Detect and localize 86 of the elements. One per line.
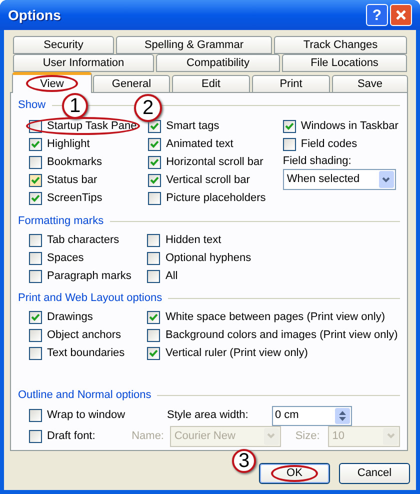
checkbox-label: Vertical scroll bar [166, 172, 250, 188]
tab[interactable]: Edit [172, 75, 250, 93]
section-heading: Print and Web Layout options [18, 290, 162, 306]
checkbox[interactable] [148, 120, 162, 132]
section-heading: Formatting marks [18, 214, 104, 229]
checkbox-label: Draft font: [47, 428, 96, 444]
dialog-button[interactable]: Cancel [339, 463, 410, 484]
checkbox-label: Field codes [300, 136, 358, 152]
checkbox-label: Bookmarks [47, 154, 102, 170]
checkbox-label: All [165, 268, 178, 284]
checkbox-label: Object anchors [47, 328, 121, 343]
checkbox[interactable] [29, 430, 42, 442]
dropdown-value: 10 [332, 428, 346, 444]
checkbox[interactable] [147, 252, 160, 264]
chevron-down-icon [383, 428, 398, 444]
checkbox[interactable] [29, 156, 42, 168]
checkbox[interactable] [29, 310, 42, 324]
checkbox-label: Optional hyphens [165, 250, 252, 266]
checkbox-label: Text boundaries [47, 346, 125, 361]
close-icon [395, 9, 407, 21]
checkbox-label: Startup Task Pane [47, 118, 137, 134]
checkbox-label: Tab characters [47, 232, 120, 248]
dialog-button[interactable]: OK [259, 463, 330, 484]
checkbox[interactable] [147, 270, 160, 282]
checkbox[interactable] [148, 156, 162, 168]
checkbox[interactable] [29, 174, 42, 186]
checkbox[interactable] [148, 174, 162, 186]
window-title: Options [8, 6, 62, 25]
field-label: Size: [295, 428, 321, 444]
checkbox[interactable] [29, 138, 42, 150]
checkbox[interactable] [29, 409, 42, 422]
tab[interactable]: Compatibility [156, 54, 280, 72]
checkbox-label: Highlight [47, 136, 90, 152]
checkbox[interactable] [147, 346, 160, 360]
dropdown[interactable]: When selected [282, 169, 396, 190]
tab[interactable]: General [93, 75, 170, 93]
checkbox-label: Wrap to window [47, 408, 126, 424]
checkbox-label: Horizontal scroll bar [166, 154, 264, 170]
checkbox[interactable] [147, 310, 160, 324]
tab[interactable]: Save [332, 75, 408, 93]
checkbox-label: Picture placeholders [166, 190, 266, 206]
checkbox-label: Vertical ruler (Print view only) [165, 346, 308, 361]
checkbox-label: Paragraph marks [47, 268, 132, 284]
checkbox-label: Status bar [47, 172, 98, 188]
tab[interactable]: File Locations [282, 54, 407, 72]
tab[interactable]: Security [13, 36, 114, 54]
field-label: Style area width: [167, 408, 250, 424]
checkbox-label: Windows in Taskbar [300, 118, 398, 134]
section-heading: Show [18, 98, 46, 113]
help-button[interactable]: ? [366, 4, 388, 26]
checkbox[interactable] [147, 328, 160, 342]
checkbox-label: Smart tags [166, 118, 220, 134]
checkbox-label: Hidden text [165, 232, 222, 248]
checkbox-label: Background colors and images (Print view only) [165, 328, 398, 343]
checkbox[interactable] [147, 234, 160, 246]
spin-value: 0 cm [275, 408, 300, 424]
spin-arrows-icon [335, 408, 350, 424]
tab[interactable]: View [12, 72, 92, 93]
checkbox[interactable] [148, 192, 162, 204]
tab[interactable]: Track Changes [274, 36, 407, 54]
checkbox[interactable] [29, 270, 42, 282]
tab[interactable]: Spelling & Grammar [116, 36, 272, 54]
dropdown-value: When selected [286, 172, 361, 188]
tab[interactable]: Print [252, 75, 330, 93]
section-heading: Outline and Normal options [18, 388, 152, 403]
checkbox-label: Drawings [47, 310, 93, 325]
checkbox[interactable] [29, 328, 42, 342]
checkbox[interactable] [29, 234, 42, 246]
checkbox[interactable] [29, 252, 42, 264]
checkbox-label: ScreenTips [47, 190, 102, 206]
checkbox-label: White space between pages (Print view only) [165, 310, 385, 325]
checkbox-label: Spaces [47, 250, 84, 266]
field-label: Name: [132, 428, 165, 444]
checkbox[interactable] [282, 138, 296, 150]
spin-field[interactable]: 0 cm [272, 406, 352, 426]
tab[interactable]: User Information [13, 54, 154, 72]
close-button[interactable] [390, 4, 412, 26]
checkbox[interactable] [148, 138, 162, 150]
chevron-down-icon [264, 428, 279, 444]
checkbox[interactable] [29, 346, 42, 360]
field-label: Field shading: [282, 154, 352, 169]
checkbox[interactable] [282, 120, 296, 132]
chevron-down-icon [378, 171, 394, 188]
checkbox-label: Animated text [166, 136, 234, 152]
dropdown-value: Courier New [174, 428, 236, 444]
checkbox[interactable] [29, 192, 42, 204]
